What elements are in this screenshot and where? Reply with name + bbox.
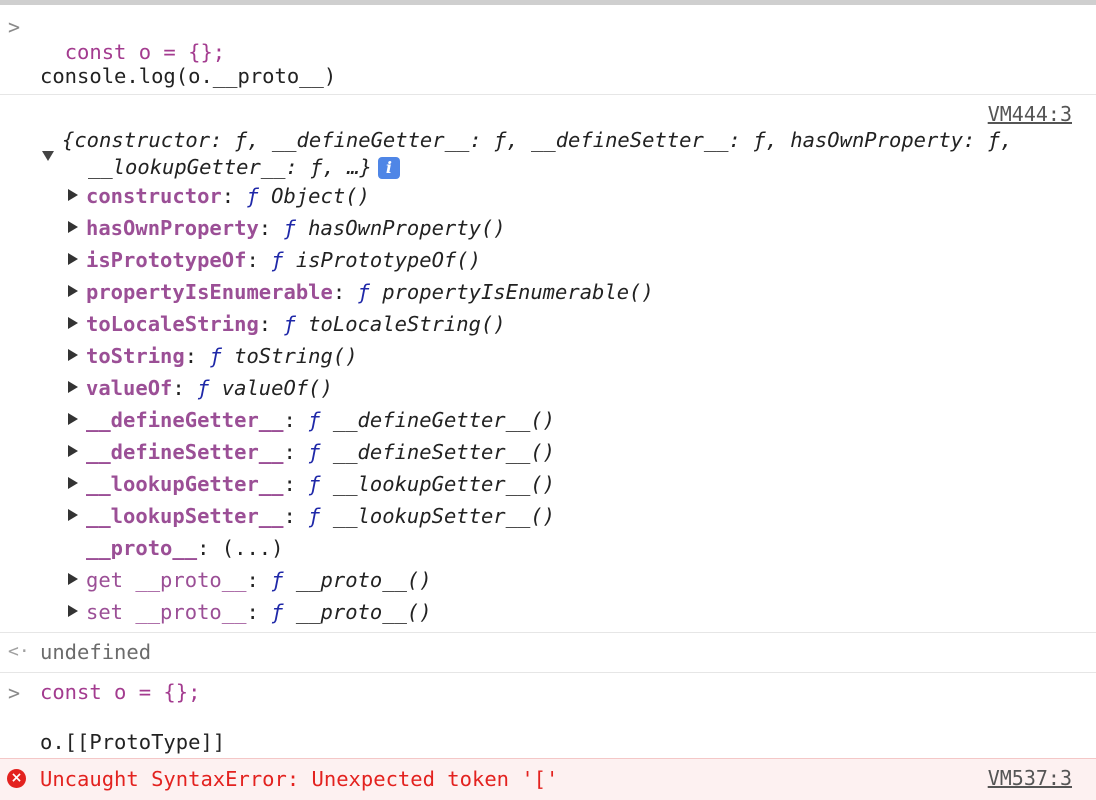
expand-triangle-icon[interactable]: [68, 221, 78, 233]
property-row[interactable]: toLocaleString: ƒ toLocaleString(): [86, 311, 506, 337]
property-key: hasOwnProperty: [86, 216, 259, 240]
input-line-2[interactable]: console.log(o.__proto__): [40, 63, 336, 89]
property-value: isPrototypeOf(): [295, 248, 481, 272]
accessor-row-get[interactable]: get __proto__: ƒ __proto__(): [86, 567, 432, 593]
property-value: Object(): [271, 184, 370, 208]
property-key: __lookupGetter__: [86, 472, 284, 496]
input-prompt-chevron-icon: >: [8, 681, 21, 705]
input-prompt-chevron-icon: >: [8, 15, 21, 39]
input-line-1[interactable]: const o = {};: [40, 13, 225, 64]
property-row[interactable]: valueOf: ƒ valueOf(): [86, 375, 333, 401]
expand-triangle-icon[interactable]: [68, 605, 78, 617]
property-value: hasOwnProperty(): [308, 216, 506, 240]
expand-triangle-icon[interactable]: [68, 317, 78, 329]
property-key: toLocaleString: [86, 312, 259, 336]
property-value: __defineGetter__(): [332, 408, 556, 432]
expand-triangle-icon[interactable]: [68, 477, 78, 489]
property-row[interactable]: toString: ƒ toString(): [86, 343, 358, 369]
property-value: __lookupGetter__(): [332, 472, 556, 496]
function-glyph: ƒ: [197, 376, 210, 400]
result-value: undefined: [40, 640, 152, 664]
object-summary-line-2[interactable]: __lookupGetter__: ƒ, …} i: [88, 154, 400, 180]
property-key: propertyIsEnumerable: [86, 280, 333, 304]
collapse-triangle-icon[interactable]: [42, 151, 54, 161]
property-key: __defineGetter__: [86, 408, 284, 432]
error-icon: ×: [7, 769, 26, 788]
expand-triangle-icon[interactable]: [68, 349, 78, 361]
function-glyph: ƒ: [308, 408, 321, 432]
property-row[interactable]: __defineSetter__: ƒ __defineSetter__(): [86, 439, 555, 465]
property-value: propertyIsEnumerable(): [382, 280, 654, 304]
error-message: Uncaught SyntaxError: Unexpected token '…: [40, 767, 559, 791]
object-summary-line-1[interactable]: {constructor: ƒ, __defineGetter__: ƒ, __…: [62, 127, 1012, 153]
result-arrow-icon: <·: [8, 641, 30, 662]
input-line-2[interactable]: o.[[ProtoType]]: [40, 729, 225, 755]
property-value: valueOf(): [221, 376, 333, 400]
console-top-border: [0, 0, 1096, 5]
function-glyph: ƒ: [308, 440, 321, 464]
info-icon[interactable]: i: [377, 157, 400, 179]
expand-triangle-icon[interactable]: [68, 445, 78, 457]
property-value: __defineSetter__(): [332, 440, 556, 464]
entry-separator: [0, 632, 1096, 633]
expand-triangle-icon[interactable]: [68, 573, 78, 585]
function-glyph: ƒ: [357, 280, 370, 304]
property-key: isPrototypeOf: [86, 248, 247, 272]
function-glyph: ƒ: [209, 344, 222, 368]
property-row[interactable]: __defineGetter__: ƒ __defineGetter__(): [86, 407, 555, 433]
expand-triangle-icon[interactable]: [68, 381, 78, 393]
property-key: __lookupSetter__: [86, 504, 284, 528]
property-value: toString(): [234, 344, 358, 368]
property-key: __defineSetter__: [86, 440, 284, 464]
expand-triangle-icon[interactable]: [68, 285, 78, 297]
property-row[interactable]: constructor: ƒ Object(): [86, 183, 370, 209]
expand-triangle-icon[interactable]: [68, 253, 78, 265]
code-keyword: const o = {};: [64, 40, 226, 64]
function-glyph: ƒ: [283, 312, 296, 336]
property-value: toLocaleString(): [308, 312, 506, 336]
property-row[interactable]: isPrototypeOf: ƒ isPrototypeOf(): [86, 247, 481, 273]
property-value: __lookupSetter__(): [332, 504, 556, 528]
function-glyph: ƒ: [283, 216, 296, 240]
source-link-vm537[interactable]: VM537:3: [988, 766, 1072, 790]
property-row[interactable]: hasOwnProperty: ƒ hasOwnProperty(): [86, 215, 506, 241]
expand-triangle-icon[interactable]: [68, 189, 78, 201]
property-key: valueOf: [86, 376, 173, 400]
property-row[interactable]: __lookupSetter__: ƒ __lookupSetter__(): [86, 503, 555, 529]
expand-triangle-icon[interactable]: [68, 413, 78, 425]
property-key: toString: [86, 344, 185, 368]
proto-row[interactable]: __proto__: (...): [86, 535, 284, 561]
function-glyph: ƒ: [308, 472, 321, 496]
function-glyph: ƒ: [308, 504, 321, 528]
property-row[interactable]: propertyIsEnumerable: ƒ propertyIsEnumer…: [86, 279, 654, 305]
entry-separator: [0, 672, 1096, 673]
input-line-1[interactable]: const o = {};: [40, 679, 200, 705]
accessor-row-set[interactable]: set __proto__: ƒ __proto__(): [86, 599, 432, 625]
source-link-vm444[interactable]: VM444:3: [988, 102, 1072, 126]
property-row[interactable]: __lookupGetter__: ƒ __lookupGetter__(): [86, 471, 555, 497]
expand-triangle-icon[interactable]: [68, 509, 78, 521]
function-glyph: ƒ: [246, 184, 259, 208]
function-glyph: ƒ: [271, 248, 284, 272]
entry-separator: [0, 94, 1096, 95]
property-key: constructor: [86, 184, 222, 208]
